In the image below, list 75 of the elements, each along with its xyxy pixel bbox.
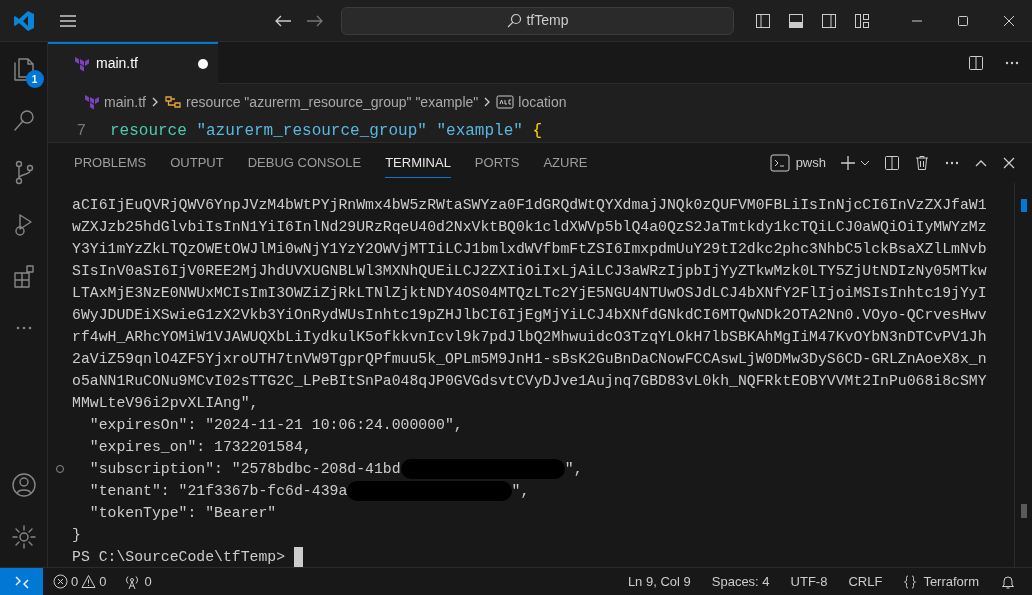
terminal-line: rf4wH_ARhcYOMiW1VJAWUQXbLiIydkulK5ofkkvnIcvl9k7pdJlbQ2MhwuidcO3TzqYLOkH7lbSBKAhMgIiM47KvOYbN3nDTCvPV1Jh — [72, 328, 987, 347]
terminal-line: } — [72, 526, 81, 545]
terminal-line: ", — [511, 482, 530, 501]
back-arrow-icon[interactable] — [274, 13, 292, 28]
terminal-line: "subscription": "2578bdbc-208d-41bd — [88, 460, 401, 479]
warning-icon — [81, 574, 97, 589]
panel-layout-icon[interactable] — [788, 12, 804, 29]
chevron-down-icon[interactable] — [860, 158, 870, 168]
close-icon[interactable] — [1004, 15, 1014, 26]
forward-arrow-icon[interactable] — [306, 13, 324, 28]
sidebar-layout-icon[interactable] — [755, 12, 771, 29]
terminal-line: "tenant": "21f3367b-fc6d-439a — [88, 482, 348, 501]
settings-icon[interactable] — [9, 523, 38, 551]
secondary-sidebar-icon[interactable] — [821, 12, 837, 29]
terraform-icon — [84, 94, 100, 110]
panel-tab[interactable]: AZURE — [531, 143, 600, 183]
problems-button[interactable]: 0 0 — [53, 571, 107, 592]
braces-icon — [903, 574, 918, 589]
terminal-line: 2aViZ59qnlO4ZF5YjxroUTH7tnVW9TgprQPfmuu5k_OPLm5M9JnH1-sBsK2GuBnDaCNowFCCAswLjW0DMw3DyS6CD-GRLZnAoeX8x_n — [72, 350, 987, 369]
status-item[interactable]: Ln 9, Col 9 — [627, 571, 691, 592]
remote-button[interactable] — [0, 567, 43, 595]
terminal-line: SIsInV0aSI6IjV0REE2MjJhdUVXUGNBLWl3MXNhQUEiLCJ2ZXIiOiIxLjAiLCJ3aWRzIjpbIjYyZTkwMzk0LTY5ZjUtNDIzNy05MTkw — [72, 262, 987, 281]
code-line: resource "azurerm_resource_group" "example" { — [110, 121, 543, 142]
panel-tab[interactable]: PROBLEMS — [62, 143, 159, 183]
terminal-line: 6WyJDUDEiXSwieG1zX2Vkb3YiOnRydWUsInhtc19pZHJlbCI6IjEgMjYiLCJ4bXNfdGNkdCI6MTQwNDk2OTA2Nn0.VOyo-QCrvesHwv — [72, 306, 987, 325]
terminal-line: aCI6IjEuQVRjQWV6YnpJVzM4bWtPYjRnWmx4bW5zRWtaSWYza0F1dGRQdWtQYXdmajJNQk0zQUFVM0FBLiIsInNjcCI6InVzZXJfaW1 — [72, 196, 987, 215]
terminal-line: PS C:\SourceCode\tfTemp> — [72, 548, 287, 567]
maximize-icon[interactable] — [958, 15, 968, 26]
line-number: 7 — [75, 121, 87, 142]
breadcrumb-item[interactable]: resource "azurerm_resource_group" "example" — [186, 91, 479, 113]
split-terminal-icon[interactable] — [884, 155, 900, 171]
terraform-icon — [74, 55, 90, 72]
terminal-line: "expiresOn": "2024-11-21 10:06:24.000000", — [88, 416, 463, 435]
close-icon[interactable] — [1002, 156, 1016, 170]
terminal-icon[interactable] — [769, 154, 790, 172]
terminal-line: Y3Yi1mYzZkLTQzOWEtOWJlMi0wNjY1YzY2OWVjMTIiLCJ1bmlxdWVfbmFtZSI6ImxpdmUuY29tI2dkc2phc3NhbC5lckBsaXZlLmNvb — [72, 240, 987, 259]
ports-button[interactable]: 0 — [124, 571, 152, 592]
customize-layout-icon[interactable] — [854, 12, 870, 29]
search-field[interactable]: tfTemp — [341, 6, 734, 35]
breadcrumb-item[interactable]: main.tf — [104, 91, 146, 113]
broadcast-icon — [124, 573, 141, 590]
status-item[interactable]: Spaces: 4 — [711, 571, 770, 592]
terminal-profile-button[interactable]: pwsh — [769, 153, 826, 173]
status-item[interactable]: UTF-8 — [790, 571, 828, 592]
structure-icon — [164, 94, 182, 110]
breadcrumb-item[interactable]: location — [518, 91, 567, 113]
panel-tab[interactable]: OUTPUT — [158, 143, 236, 183]
terminal-line: MMwLteV96i2pvXLIAng", — [72, 394, 259, 413]
terminal-line: o5aNN1RuCONu9MCvI02sTTG2C_LPeBItSnPa048qJP0GVGdsvtCVyDJve1Aujnq7GBD83vL0kh_NQFRktEOBYVVMt2InPu068i8cSMY — [72, 372, 987, 391]
error-icon — [53, 574, 68, 589]
trash-icon[interactable] — [914, 155, 930, 171]
bell-icon[interactable] — [1000, 573, 1016, 590]
panel-tab[interactable]: DEBUG CONSOLE — [235, 143, 374, 183]
search-icon[interactable] — [506, 12, 523, 29]
chevron-right-icon[interactable] — [150, 96, 160, 108]
code-editor-logo — [13, 9, 35, 32]
scroll-marker — [1020, 199, 1027, 212]
split-editor-icon[interactable] — [968, 54, 984, 71]
editor-tab[interactable]: main.tf — [48, 41, 218, 84]
language-mode-button[interactable]: Terraform — [903, 571, 979, 592]
panel-tab[interactable]: TERMINAL — [373, 143, 463, 183]
text-field-icon — [496, 95, 515, 109]
terminal-line: LTAxMjE3NzE0NWUxMCIsImI3OWZiZjRkLTNlZjktNDY4OS04MTQzLTc2YjE5NGU4NTUwOSJdLCJ4bXNfY2FlIjoiMSIsInhtc19jYyI — [72, 284, 987, 303]
terminal-line: "tokenType": "Bearer" — [88, 504, 277, 523]
plus-icon[interactable] — [840, 155, 856, 171]
panel-tab[interactable]: PORTS — [462, 143, 532, 183]
terminal-line: "expires_on": 1732201584, — [88, 438, 312, 457]
menu-icon[interactable] — [59, 13, 77, 28]
terminal-line: ", — [564, 460, 583, 479]
account-icon[interactable] — [9, 471, 38, 499]
status-item[interactable]: CRLF — [848, 571, 883, 592]
notification-badge: 1 — [25, 70, 44, 88]
terminal-line: wZXJzb25hdGlvbiIsInN1YiI6InlNd29URzRqeU40d2NxVktBQ0k1cldXWVp5blQ4a0QzS2JaTmtkdy1kcTQiLCJ0aWQiOiIyMWYzMz — [72, 218, 987, 237]
scrollbar-thumb[interactable] — [1020, 504, 1027, 518]
tab-label: main.tf — [96, 54, 138, 73]
